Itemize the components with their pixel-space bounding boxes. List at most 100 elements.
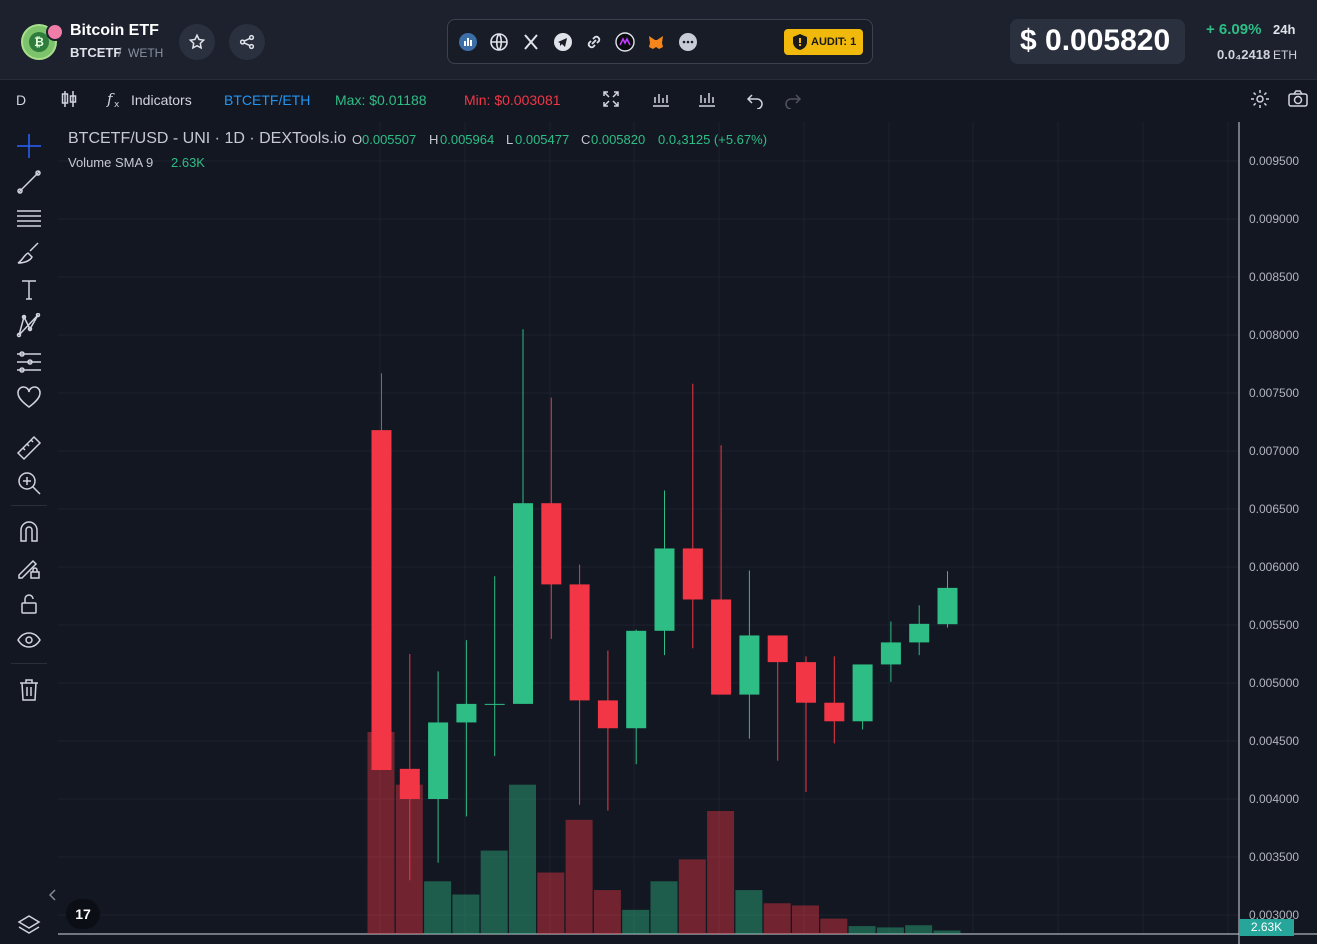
globe-icon[interactable] bbox=[489, 32, 509, 52]
link-icon[interactable] bbox=[584, 32, 604, 52]
candle-body bbox=[456, 703, 477, 723]
volume-bar bbox=[905, 925, 933, 934]
collapse-icon[interactable] bbox=[49, 889, 57, 901]
chart-symbol: BTCETF/USD - UNI · 1D · DEXTools.io bbox=[68, 130, 347, 147]
lock-drawing-icon[interactable] bbox=[16, 555, 42, 581]
candle-body bbox=[937, 587, 958, 625]
tradingview-logo[interactable]: 17 bbox=[66, 899, 100, 929]
interval-button[interactable]: D bbox=[16, 92, 26, 108]
settings-icon[interactable] bbox=[1250, 89, 1270, 109]
volume-bar bbox=[678, 859, 706, 934]
volume-bar bbox=[622, 909, 650, 934]
fullscreen-icon[interactable] bbox=[601, 89, 621, 109]
more-icon[interactable] bbox=[678, 32, 698, 52]
change-period: 24h bbox=[1273, 22, 1296, 37]
min-price: Min: $0.003081 bbox=[464, 92, 561, 108]
volume-bar bbox=[537, 872, 565, 934]
candle-body bbox=[796, 662, 816, 703]
candle-body bbox=[739, 635, 760, 695]
volume-value: 2.63K bbox=[171, 155, 205, 170]
fx-icon: fx bbox=[106, 90, 120, 109]
price-chart[interactable]: 0.0030000.0035000.0040000.0045000.005000… bbox=[58, 122, 1317, 944]
volume-bar bbox=[876, 927, 904, 934]
candle-body bbox=[711, 599, 732, 695]
text-icon[interactable] bbox=[16, 277, 42, 303]
audit-badge[interactable]: AUDIT: 1 bbox=[784, 29, 863, 55]
candle-body bbox=[569, 584, 590, 701]
candles-icon[interactable] bbox=[59, 89, 79, 109]
open-label: O bbox=[352, 132, 363, 147]
candle-body bbox=[541, 503, 562, 585]
zoom-in-icon[interactable] bbox=[16, 470, 42, 496]
candle-body bbox=[852, 664, 873, 722]
y-tick-label: 0.008500 bbox=[1249, 270, 1299, 284]
layers-icon[interactable] bbox=[16, 913, 42, 939]
pair-quote: WETH bbox=[128, 46, 164, 60]
indicators-button[interactable]: Indicators bbox=[131, 92, 192, 108]
price-eth-unit: ETH bbox=[1273, 48, 1297, 62]
y-tick-label: 0.006000 bbox=[1249, 560, 1299, 574]
y-tick-label: 0.005000 bbox=[1249, 676, 1299, 690]
camera-icon[interactable] bbox=[1287, 89, 1309, 109]
shield-icon bbox=[793, 34, 807, 50]
volume-bar bbox=[650, 881, 678, 934]
change-value: 0.0₄3125 (+5.67%) bbox=[658, 132, 768, 147]
unlock-icon[interactable] bbox=[16, 591, 42, 617]
trend-line-icon[interactable] bbox=[16, 169, 42, 195]
price-box: $ 0.005820 bbox=[1010, 19, 1185, 64]
volume-bar bbox=[480, 850, 508, 934]
audit-label: AUDIT: 1 bbox=[811, 36, 857, 48]
candle-body bbox=[371, 430, 392, 770]
volume-bar bbox=[792, 905, 819, 934]
undo-icon[interactable] bbox=[745, 89, 765, 109]
eye-icon[interactable] bbox=[16, 627, 42, 653]
horizontal-lines-icon[interactable] bbox=[16, 205, 42, 231]
volume-bar bbox=[820, 918, 848, 934]
y-tick-label: 0.005500 bbox=[1249, 618, 1299, 632]
low-value: 0.005477 bbox=[515, 132, 570, 147]
audit-provider-icon[interactable] bbox=[615, 32, 635, 52]
price-eth: 0.0₄2418 bbox=[1217, 47, 1271, 62]
volume-label: Volume SMA 9 bbox=[68, 155, 154, 170]
heart-icon[interactable] bbox=[16, 385, 42, 411]
high-value: 0.005964 bbox=[440, 132, 495, 147]
chart-style-icon[interactable] bbox=[651, 89, 671, 109]
pair-toggle[interactable]: BTCETF/ETH bbox=[224, 92, 310, 108]
chain-badge-icon bbox=[46, 23, 64, 41]
y-tick-label: 0.006500 bbox=[1249, 502, 1299, 516]
favorite-button[interactable] bbox=[179, 24, 215, 60]
volume-bar bbox=[763, 903, 791, 934]
candle-body bbox=[767, 635, 788, 663]
max-price: Max: $0.01188 bbox=[335, 92, 427, 108]
trash-icon[interactable] bbox=[16, 677, 42, 703]
forecast-icon[interactable] bbox=[16, 349, 42, 375]
price-change: + 6.09% bbox=[1206, 21, 1262, 38]
ruler-icon[interactable] bbox=[16, 435, 42, 461]
candle-body bbox=[597, 700, 618, 729]
candle-body bbox=[909, 623, 930, 643]
magnet-icon[interactable] bbox=[16, 519, 42, 545]
open-value: 0.005507 bbox=[362, 132, 417, 147]
share-icon bbox=[239, 34, 255, 50]
pattern-icon[interactable] bbox=[16, 313, 42, 339]
pair-separator: / bbox=[118, 45, 122, 60]
telegram-icon[interactable] bbox=[553, 32, 573, 52]
brush-icon[interactable] bbox=[16, 241, 42, 267]
volume-bar bbox=[933, 930, 961, 934]
volume-tag: 2.63K bbox=[1239, 919, 1294, 936]
high-label: H bbox=[429, 132, 439, 147]
dextools-icon[interactable] bbox=[458, 32, 478, 52]
candle-body bbox=[428, 722, 449, 799]
crosshair-icon[interactable] bbox=[16, 133, 42, 159]
compare-icon[interactable] bbox=[697, 89, 717, 109]
candle-body bbox=[399, 768, 420, 799]
share-button[interactable] bbox=[229, 24, 265, 60]
header: ₿ Bitcoin ETF BTCETF / WETH AUDIT: 1 $ 0… bbox=[0, 0, 1317, 80]
x-icon[interactable] bbox=[521, 32, 541, 52]
candle-body bbox=[484, 703, 505, 705]
volume-bar bbox=[424, 881, 452, 934]
metamask-icon[interactable] bbox=[646, 32, 666, 52]
volume-bar bbox=[509, 784, 536, 934]
redo-icon[interactable] bbox=[783, 89, 803, 109]
token-name: Bitcoin ETF bbox=[70, 22, 159, 39]
